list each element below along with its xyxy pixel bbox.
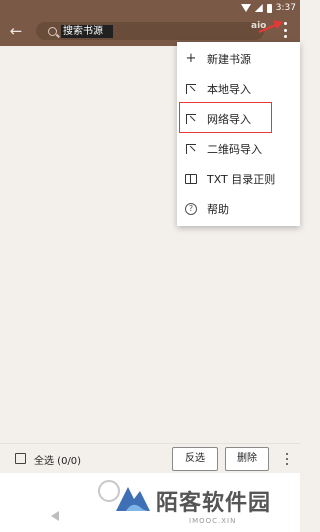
overflow-menu: + 新建书源 本地导入 网络导入 二维码导入 TXT 目录正则 ? 帮助 bbox=[177, 42, 300, 226]
highlight-box bbox=[179, 102, 272, 133]
search-icon bbox=[48, 26, 57, 36]
menu-item-label: 二维码导入 bbox=[207, 143, 262, 156]
menu-item-label: 新建书源 bbox=[207, 53, 251, 66]
bottom-more-icon[interactable] bbox=[285, 453, 289, 465]
invert-selection-button[interactable]: 反选 bbox=[172, 447, 218, 471]
navigation-bar: 陌客软件园 IMOOC.XIN bbox=[0, 473, 300, 532]
import-icon bbox=[185, 143, 197, 155]
status-time: 3:37 bbox=[275, 3, 296, 13]
menu-item-txt-regex[interactable]: TXT 目录正则 bbox=[177, 164, 300, 194]
select-all-label: 全选 (0/0) bbox=[34, 456, 82, 467]
status-bar: 3:37 bbox=[0, 0, 300, 16]
help-icon: ? bbox=[185, 203, 197, 215]
import-icon bbox=[185, 83, 197, 95]
delete-button[interactable]: 删除 bbox=[225, 447, 269, 471]
nav-back-icon[interactable] bbox=[51, 511, 59, 521]
menu-item-label: 本地导入 bbox=[207, 83, 251, 96]
book-icon bbox=[185, 173, 197, 185]
wifi-icon bbox=[240, 4, 251, 12]
menu-item-help[interactable]: ? 帮助 bbox=[177, 194, 300, 224]
watermark-logo-icon bbox=[116, 487, 150, 511]
menu-item-label: 帮助 bbox=[207, 203, 229, 216]
signal-icon bbox=[254, 4, 263, 12]
back-arrow-icon[interactable]: ← bbox=[7, 22, 25, 40]
battery-icon bbox=[266, 3, 272, 13]
watermark-subtitle: IMOOC.XIN bbox=[189, 517, 237, 525]
menu-item-new-source[interactable]: + 新建书源 bbox=[177, 44, 300, 74]
search-box[interactable]: 搜索书源 bbox=[36, 22, 264, 40]
menu-item-local-import[interactable]: 本地导入 bbox=[177, 74, 300, 104]
menu-item-qrcode-import[interactable]: 二维码导入 bbox=[177, 134, 300, 164]
plus-icon: + bbox=[185, 51, 197, 66]
watermark-title: 陌客软件园 bbox=[156, 491, 272, 516]
red-arrow-annotation bbox=[258, 20, 283, 34]
search-input[interactable]: 搜索书源 bbox=[61, 24, 113, 38]
menu-item-label: TXT 目录正则 bbox=[207, 173, 276, 186]
bottom-action-bar: 全选 (0/0) 反选 删除 bbox=[0, 443, 300, 473]
select-all-checkbox[interactable] bbox=[15, 453, 26, 464]
